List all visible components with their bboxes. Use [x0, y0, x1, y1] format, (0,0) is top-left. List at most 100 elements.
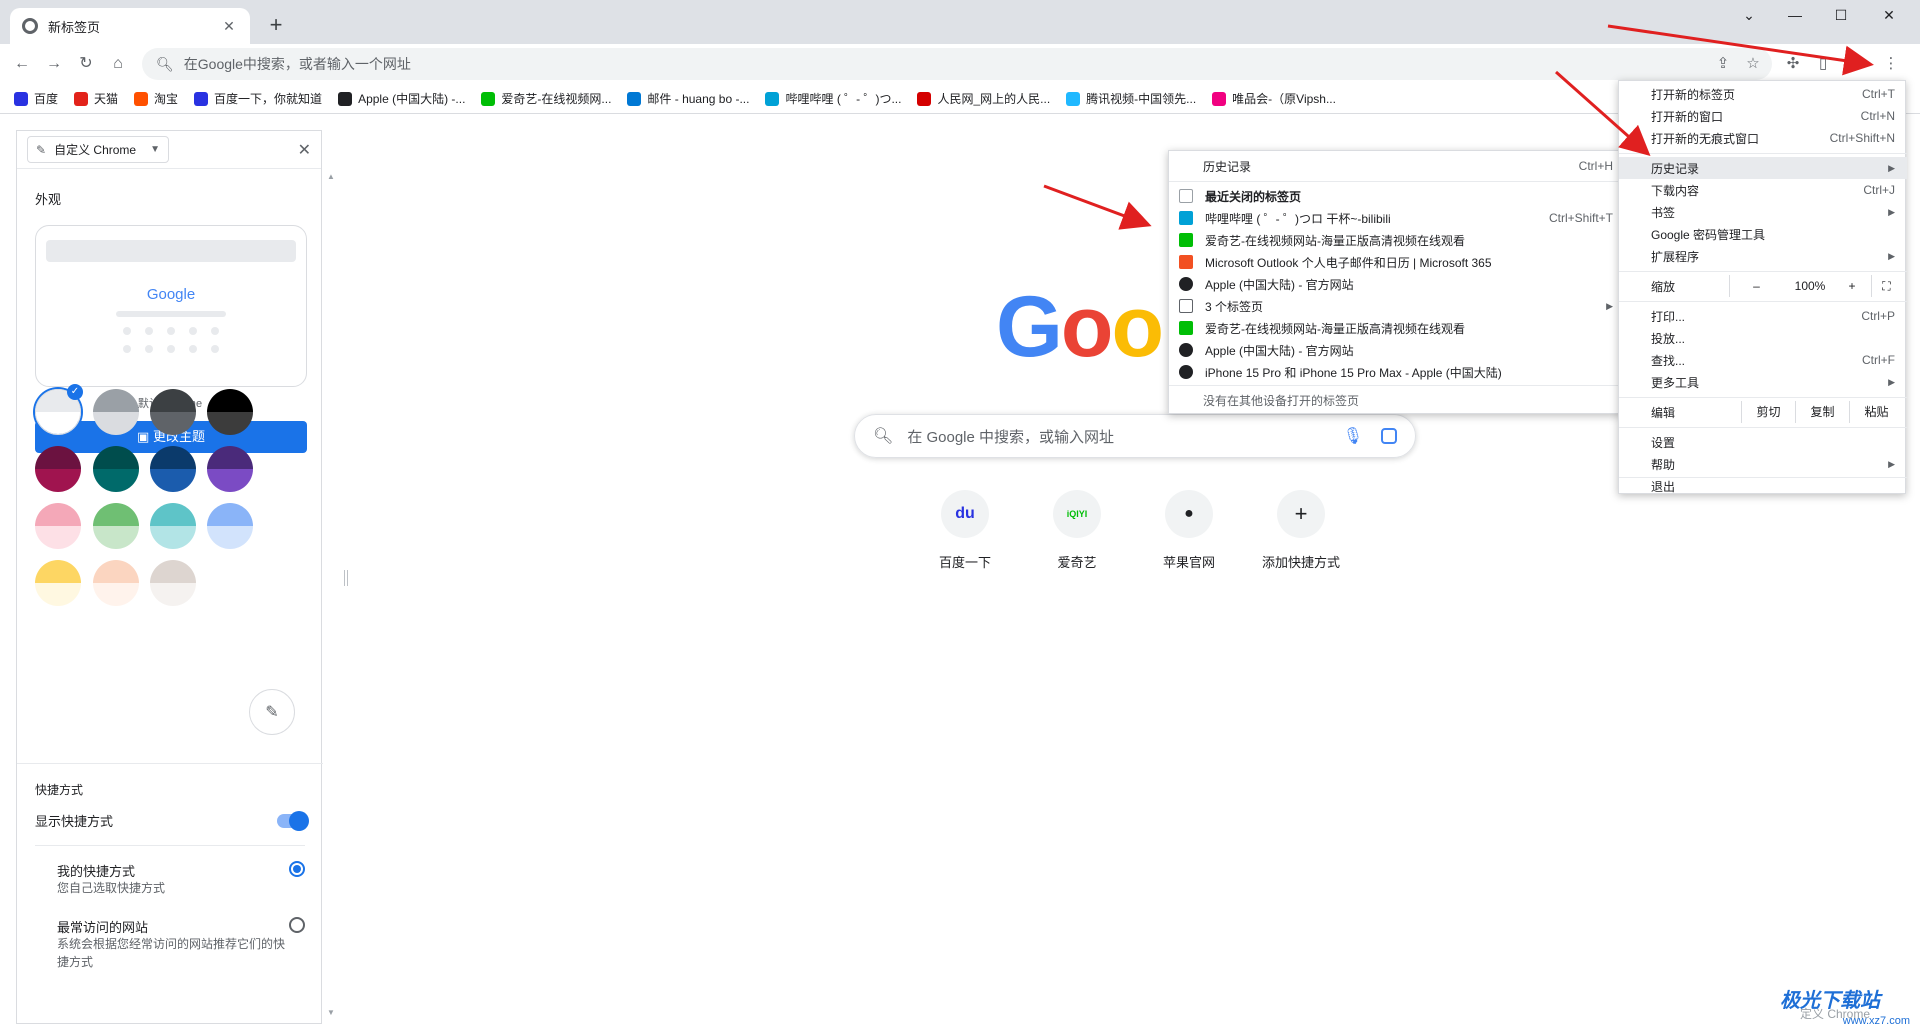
cut-button[interactable]: 剪切 [1741, 401, 1795, 423]
history-entry[interactable]: 爱奇艺-在线视频网站-海量正版高清视频在线观看 [1169, 229, 1623, 251]
minimize-button[interactable]: — [1772, 0, 1818, 32]
menu-print-label: 打印... [1651, 309, 1686, 324]
bookmark-item[interactable]: 唯品会-（原Vipsh... [1212, 90, 1336, 107]
fullscreen-icon[interactable]: ⛶ [1871, 275, 1901, 297]
panel-selector[interactable]: ✎ 自定义 Chrome ▼ [27, 136, 169, 163]
bookmark-label: 唯品会-（原Vipsh... [1232, 92, 1336, 106]
ntp-shortcut-tile[interactable]: du 百度一下 [910, 490, 1020, 571]
menu-extensions[interactable]: 扩展程序 ▶ [1619, 245, 1907, 267]
bookmark-item[interactable]: 百度 [14, 90, 58, 107]
history-entry[interactable]: 3 个标签页 ▶ [1169, 295, 1623, 317]
theme-swatch[interactable] [93, 560, 139, 606]
bookmark-item[interactable]: 邮件 - huang bo -... [627, 90, 749, 107]
menu-new-tab[interactable]: 打开新的标签页 Ctrl+T [1619, 83, 1907, 105]
bookmark-item[interactable]: 哔哩哔哩 ( ゜- ゜)つ... [765, 90, 901, 107]
lens-icon[interactable] [1381, 428, 1397, 444]
back-icon[interactable]: ← [8, 50, 36, 78]
theme-swatch[interactable] [35, 503, 81, 549]
history-entry[interactable]: iPhone 15 Pro 和 iPhone 15 Pro Max - Appl… [1169, 361, 1623, 383]
scroll-down-icon[interactable]: ▼ [326, 1008, 336, 1017]
bookmark-item[interactable]: 百度一下，你就知道 [194, 90, 322, 107]
show-shortcuts-toggle[interactable] [277, 811, 309, 831]
customize-side-panel: ✎ 自定义 Chrome ▼ ✕ 外观 Google 默认 Chrome ▣ 更… [16, 130, 323, 1024]
bookmark-item[interactable]: 爱奇艺-在线视频网... [481, 90, 611, 107]
ntp-shortcut-tile[interactable]: iQIYI 爱奇艺 [1022, 490, 1132, 571]
menu-print[interactable]: 打印... Ctrl+P [1619, 305, 1907, 327]
tab-new-tab[interactable]: 新标签页 ✕ [10, 8, 250, 44]
most-visited-radio[interactable] [289, 917, 305, 933]
bookmark-item[interactable]: 淘宝 [134, 90, 178, 107]
menu-exit[interactable]: 退出 [1619, 479, 1907, 494]
ntp-search-box[interactable]: 🔍︎ 在 Google 中搜索，或输入网址 🎙︎ [854, 414, 1416, 458]
menu-help[interactable]: 帮助 ▶ [1619, 453, 1907, 475]
menu-passwords[interactable]: Google 密码管理工具 [1619, 223, 1907, 245]
history-entry[interactable]: 爱奇艺-在线视频网站-海量正版高清视频在线观看 [1169, 317, 1623, 339]
menu-bookmarks[interactable]: 书签 ▶ [1619, 201, 1907, 223]
bookmark-item[interactable]: 腾讯视频-中国领先... [1066, 90, 1196, 107]
ntp-shortcut-tile[interactable]: ● 苹果官网 [1134, 490, 1244, 571]
menu-incognito[interactable]: 打开新的无痕式窗口 Ctrl+Shift+N [1619, 127, 1907, 149]
forward-icon[interactable]: → [40, 50, 68, 78]
menu-new-tab-label: 打开新的标签页 [1651, 87, 1736, 102]
menu-kebab-icon[interactable]: ⋮ [1878, 50, 1904, 78]
bookmark-label: 腾讯视频-中国领先... [1086, 92, 1197, 106]
theme-swatch[interactable] [150, 446, 196, 492]
theme-swatch[interactable] [207, 446, 253, 492]
new-tab-button[interactable]: + [262, 12, 290, 40]
theme-swatch[interactable] [207, 503, 253, 549]
extensions-icon[interactable]: ✣ [1780, 50, 1806, 78]
ntp-shortcut-tile[interactable]: + 添加快捷方式 [1246, 490, 1356, 571]
history-entry[interactable]: 哔哩哔哩 ( ゜- ゜)つロ 干杯~-bilibili Ctrl+Shift+T [1169, 207, 1623, 229]
reload-icon[interactable]: ↻ [72, 50, 100, 78]
theme-swatch[interactable] [93, 389, 139, 435]
theme-swatch[interactable] [150, 503, 196, 549]
close-icon[interactable]: ✕ [298, 140, 311, 160]
copy-button[interactable]: 复制 [1795, 401, 1849, 423]
maximize-button[interactable]: ☐ [1818, 0, 1864, 32]
panel-resize-handle[interactable] [344, 570, 348, 586]
zoom-in-button[interactable]: + [1837, 275, 1867, 297]
side-panel-icon[interactable]: ▯ [1810, 50, 1836, 78]
history-entry[interactable]: Microsoft Outlook 个人电子邮件和日历 | Microsoft … [1169, 251, 1623, 273]
close-tab-icon[interactable]: ✕ [220, 18, 238, 35]
menu-new-window[interactable]: 打开新的窗口 Ctrl+N [1619, 105, 1907, 127]
shortcut-label: 百度一下 [938, 555, 991, 570]
history-entry-label: iPhone 15 Pro 和 iPhone 15 Pro Max - Appl… [1205, 365, 1502, 380]
bookmark-item[interactable]: Apple (中国大陆) -... [338, 90, 465, 107]
eyedropper-icon[interactable]: ✎ [249, 689, 295, 735]
zoom-out-button[interactable]: – [1729, 275, 1783, 297]
bookmark-item[interactable]: 天猫 [74, 90, 118, 107]
share-icon[interactable]: ⇪ [1710, 50, 1736, 78]
tab-search-icon[interactable]: ⌄ [1726, 0, 1772, 32]
omnibox[interactable]: 🔍︎ 在Google中搜索，或者输入一个网址 [142, 48, 1772, 80]
theme-swatch[interactable] [150, 389, 196, 435]
bookmark-item[interactable]: 人民网_网上的人民... [917, 90, 1050, 107]
my-shortcuts-radio[interactable] [289, 861, 305, 877]
menu-history[interactable]: 历史记录 ▶ [1619, 157, 1907, 179]
no-other-devices-label: 没有在其他设备打开的标签页 [1203, 393, 1360, 408]
menu-find[interactable]: 查找... Ctrl+F [1619, 349, 1907, 371]
microphone-icon[interactable]: 🎙︎ [1343, 426, 1363, 446]
close-window-button[interactable]: ✕ [1866, 0, 1912, 32]
theme-swatch[interactable] [35, 446, 81, 492]
theme-swatch[interactable] [35, 560, 81, 606]
history-entry[interactable]: Apple (中国大陆) - 官方网站 [1169, 339, 1623, 361]
theme-swatch[interactable] [93, 503, 139, 549]
menu-downloads[interactable]: 下载内容 Ctrl+J [1619, 179, 1907, 201]
home-icon[interactable]: ⌂ [104, 50, 132, 78]
scroll-up-icon[interactable]: ▲ [326, 172, 336, 181]
menu-new-tab-key: Ctrl+T [1862, 87, 1895, 101]
theme-swatch[interactable] [150, 560, 196, 606]
paste-button[interactable]: 粘贴 [1849, 401, 1903, 423]
menu-exit-label: 退出 [1651, 479, 1676, 494]
history-menu-item[interactable]: 历史记录 Ctrl+H [1169, 155, 1623, 177]
menu-cast[interactable]: 投放... [1619, 327, 1907, 349]
history-entry[interactable]: Apple (中国大陆) - 官方网站 [1169, 273, 1623, 295]
menu-settings[interactable]: 设置 [1619, 431, 1907, 453]
bookmark-star-icon[interactable]: ☆ [1740, 50, 1766, 78]
theme-swatch[interactable] [93, 446, 139, 492]
menu-more-tools[interactable]: 更多工具 ▶ [1619, 371, 1907, 393]
theme-swatch[interactable] [207, 389, 253, 435]
profile-icon[interactable]: ● [1846, 50, 1872, 78]
site-favicon-icon [1179, 321, 1193, 335]
